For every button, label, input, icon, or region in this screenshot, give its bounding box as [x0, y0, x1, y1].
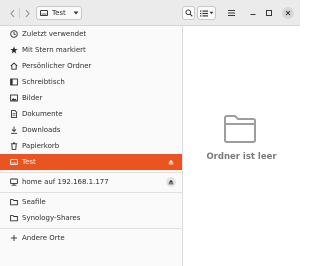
- close-button[interactable]: [282, 7, 294, 19]
- sidebar-item-seafile[interactable]: Seafile: [0, 194, 182, 210]
- folder-icon: [224, 115, 256, 143]
- go-forward-icon: [25, 9, 30, 17]
- plus-icon: [10, 234, 18, 242]
- sidebar-item-label: Andere Orte: [22, 234, 65, 242]
- sidebar-item-label: Dokumente: [22, 110, 63, 118]
- desktop-icon: [10, 78, 18, 86]
- drive-icon: [10, 158, 18, 166]
- search-button[interactable]: [182, 6, 195, 20]
- places-sidebar: Zuletzt verwendet Mit Stern markiert Per…: [0, 26, 183, 266]
- close-icon: [285, 10, 291, 16]
- sidebar-item-label: Bilder: [22, 94, 43, 102]
- drive-icon: [40, 10, 48, 16]
- file-view[interactable]: Ordner ist leer: [183, 26, 300, 266]
- list-view-icon: [199, 10, 208, 16]
- sidebar-item-documents[interactable]: Dokumente: [0, 106, 182, 122]
- network-drive-icon: [10, 178, 18, 186]
- home-icon: [10, 62, 18, 70]
- eject-icon: [168, 159, 174, 165]
- maximize-icon: [266, 10, 272, 16]
- trash-icon: [10, 142, 18, 150]
- minimize-button[interactable]: [248, 6, 258, 20]
- eject-icon: [168, 179, 174, 185]
- pictures-icon: [10, 94, 18, 102]
- menu-icon: [227, 10, 235, 16]
- sidebar-item-pictures[interactable]: Bilder: [0, 90, 182, 106]
- sidebar-item-home[interactable]: Persönlicher Ordner: [0, 58, 182, 74]
- sidebar-item-test-drive[interactable]: Test: [0, 154, 182, 170]
- location-path-button[interactable]: Test: [36, 6, 82, 20]
- view-dropdown-icon: [209, 11, 213, 15]
- back-button[interactable]: [6, 6, 18, 20]
- empty-folder-message: Ordner ist leer: [206, 152, 277, 162]
- minimize-icon: [250, 14, 256, 15]
- sidebar-item-starred[interactable]: Mit Stern markiert: [0, 42, 182, 58]
- sidebar-divider: [0, 192, 182, 193]
- clock-icon: [10, 30, 18, 38]
- sidebar-item-label: Synology-Shares: [22, 214, 81, 222]
- sidebar-item-label: Mit Stern markiert: [22, 46, 86, 54]
- sidebar-item-label: Persönlicher Ordner: [22, 62, 92, 70]
- downloads-icon: [10, 126, 18, 134]
- sidebar-item-downloads[interactable]: Downloads: [0, 122, 182, 138]
- go-back-icon: [9, 9, 14, 17]
- sidebar-item-trash[interactable]: Papierkorb: [0, 138, 182, 154]
- folder-icon: [10, 198, 18, 206]
- sidebar-item-label: Downloads: [22, 126, 61, 134]
- nav-separator: [19, 8, 20, 18]
- eject-button[interactable]: [166, 177, 176, 187]
- maximize-button[interactable]: [264, 6, 274, 20]
- star-icon: [10, 46, 18, 54]
- sidebar-item-network-home[interactable]: home auf 192.168.1.177: [0, 174, 182, 190]
- sidebar-divider: [0, 228, 182, 229]
- dropdown-icon: [73, 11, 79, 15]
- sidebar-item-label: Schreibtisch: [22, 78, 65, 86]
- file-manager-window: Test Zuletzt verwendet Mit Stern markier…: [0, 0, 300, 266]
- sidebar-item-recent[interactable]: Zuletzt verwendet: [0, 26, 182, 42]
- sidebar-item-label: Papierkorb: [22, 142, 60, 150]
- documents-icon: [10, 110, 18, 118]
- folder-icon: [10, 214, 18, 222]
- search-icon: [185, 9, 193, 17]
- sidebar-item-other-locations[interactable]: Andere Orte: [0, 230, 182, 246]
- sidebar-item-label: Test: [22, 158, 36, 166]
- sidebar-item-label: home auf 192.168.1.177: [22, 178, 109, 186]
- main-menu-button[interactable]: [225, 6, 237, 20]
- sidebar-divider: [0, 172, 182, 173]
- sidebar-item-synology-shares[interactable]: Synology-Shares: [0, 210, 182, 226]
- eject-button[interactable]: [166, 157, 176, 167]
- header-bar: Test: [0, 0, 300, 26]
- path-label: Test: [52, 9, 66, 17]
- forward-button[interactable]: [21, 6, 33, 20]
- sidebar-item-label: Seafile: [22, 198, 46, 206]
- sidebar-item-label: Zuletzt verwendet: [22, 30, 87, 38]
- sidebar-item-desktop[interactable]: Schreibtisch: [0, 74, 182, 90]
- view-options-button[interactable]: [197, 6, 216, 20]
